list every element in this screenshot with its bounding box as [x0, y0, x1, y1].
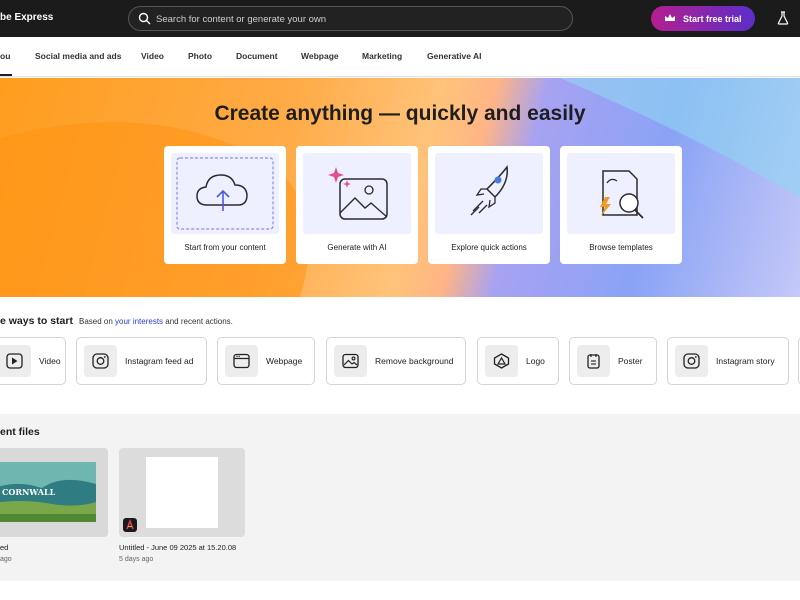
card-label: Explore quick actions [451, 243, 527, 252]
section-subtitle: Based on your interests and recent actio… [79, 317, 233, 326]
quick-item-label: Instagram story [716, 356, 775, 366]
sparkle-image-icon [328, 167, 388, 220]
qicon-bg [334, 345, 367, 377]
tab-generative-ai[interactable]: Generative AI [427, 51, 482, 61]
poster-icon [587, 354, 600, 369]
quick-item-label: Webpage [266, 356, 303, 366]
crown-icon [665, 14, 675, 21]
instagram-icon [92, 353, 109, 369]
page-footer-area [0, 581, 800, 600]
card-thumb [303, 153, 411, 234]
quick-item-label: Logo [526, 356, 545, 366]
quick-start-section: e ways to start Based on your interests … [0, 297, 800, 414]
active-tab-indicator [0, 74, 12, 76]
card-start-from-your-content[interactable]: Start from your content [164, 146, 286, 264]
recent-files-section: ent files CORNWALL ed ago Untitled - Jun… [0, 414, 800, 581]
hero-banner: Create anything — quickly and easily Sta… [0, 78, 800, 297]
quick-item-video[interactable]: Video [0, 337, 66, 385]
file-thumbnail[interactable] [119, 448, 245, 537]
tab-marketing[interactable]: Marketing [362, 51, 402, 61]
browser-window-icon [233, 353, 250, 369]
logo-shape-icon [493, 353, 510, 369]
card-explore-quick-actions[interactable]: Explore quick actions [428, 146, 550, 264]
quick-item-instagram-feed-ad[interactable]: Instagram feed ad [76, 337, 207, 385]
file-thumbnail-image: CORNWALL [0, 448, 108, 537]
quick-item-poster[interactable]: Poster [569, 337, 657, 385]
tab-social-media-and-ads[interactable]: Social media and ads [35, 51, 121, 61]
file-name: ed [0, 543, 9, 552]
qicon-bg [0, 345, 31, 377]
quick-item-label: Remove background [375, 356, 454, 366]
play-icon [6, 353, 23, 369]
quick-item-label: Instagram feed ad [125, 356, 194, 366]
file-thumb-text: CORNWALL [2, 487, 56, 497]
flask-icon[interactable] [777, 11, 789, 25]
adobe-express-badge [123, 518, 137, 532]
template-search-icon [600, 170, 644, 219]
hero-title: Create anything — quickly and easily [214, 102, 586, 125]
start-free-trial-button[interactable]: Start free trial [651, 6, 755, 31]
search-icon [138, 12, 151, 25]
quick-item-label: Poster [618, 356, 643, 366]
quick-item-logo[interactable]: Logo [477, 337, 559, 385]
quick-item-webpage[interactable]: Webpage [217, 337, 315, 385]
section-title: e ways to start [0, 315, 73, 327]
tab-photo[interactable]: Photo [188, 51, 212, 61]
card-label: Start from your content [184, 243, 266, 252]
qicon-bg [485, 345, 518, 377]
tab-document[interactable]: Document [236, 51, 278, 61]
top-bar: be Express Search for content or generat… [0, 0, 800, 37]
tab-for-you[interactable]: ou [0, 51, 10, 61]
category-tabs: ou Social media and ads Video Photo Docu… [0, 37, 800, 77]
search-input[interactable]: Search for content or generate your own [128, 6, 573, 31]
card-label: Browse templates [589, 243, 653, 252]
tab-video[interactable]: Video [141, 51, 164, 61]
card-browse-templates[interactable]: Browse templates [560, 146, 682, 264]
card-label: Generate with AI [327, 243, 387, 252]
your-interests-link[interactable]: your interests [115, 317, 163, 326]
tab-webpage[interactable]: Webpage [301, 51, 339, 61]
blank-page-preview [146, 457, 218, 528]
file-date: ago [0, 556, 12, 563]
adobe-express-icon [126, 518, 134, 530]
card-thumb [171, 153, 279, 234]
quick-item-instagram-story[interactable]: Instagram story [667, 337, 789, 385]
qicon-bg [675, 345, 708, 377]
trial-label: Start free trial [683, 14, 742, 24]
subtitle-suffix: and recent actions. [163, 317, 233, 326]
instagram-icon [683, 353, 700, 369]
qicon-bg [84, 345, 117, 377]
card-generate-with-ai[interactable]: Generate with AI [296, 146, 418, 264]
file-date: 5 days ago [119, 556, 154, 563]
card-thumb [435, 153, 543, 234]
rocket-icon [470, 165, 508, 216]
subtitle-prefix: Based on [79, 317, 116, 326]
quick-item-label: Video [39, 356, 61, 366]
card-thumb [567, 153, 675, 234]
app-title[interactable]: be Express [0, 12, 53, 23]
qicon-bg [225, 345, 258, 377]
search-placeholder: Search for content or generate your own [156, 14, 327, 25]
quick-item-remove-background[interactable]: Remove background [326, 337, 466, 385]
image-icon [342, 353, 359, 369]
qicon-bg [577, 345, 610, 377]
file-thumbnail[interactable]: CORNWALL [0, 448, 108, 537]
section-title: ent files [0, 426, 40, 438]
file-name: Untitled - June 09 2025 at 15.20.08 [119, 543, 237, 552]
cloud-upload-icon [176, 157, 274, 230]
